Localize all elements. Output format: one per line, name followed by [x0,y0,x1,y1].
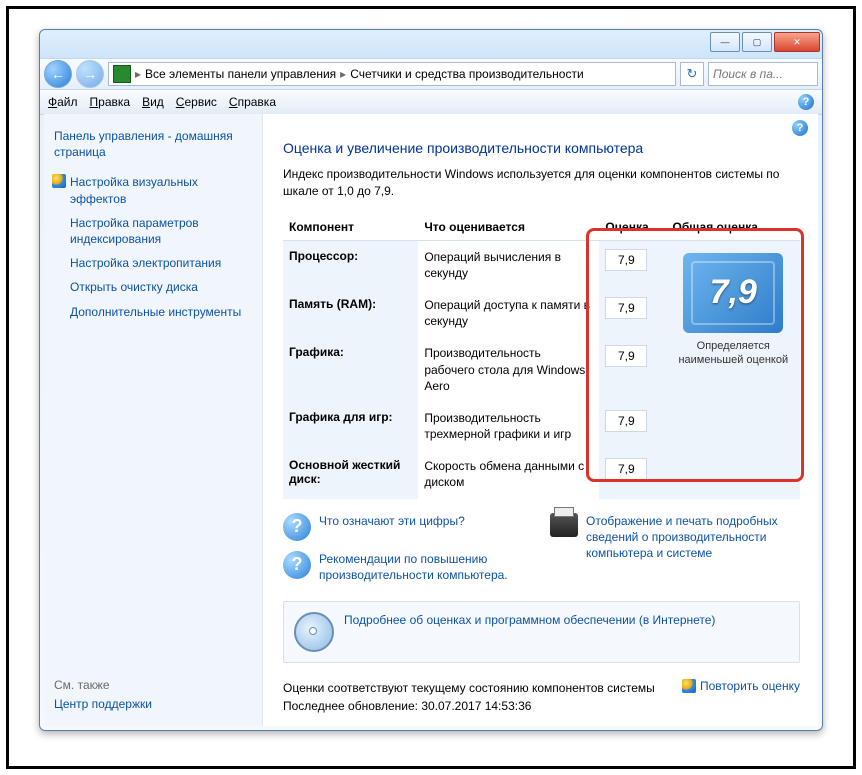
scores-table: Компонент Что оценивается Оценка Общая о… [283,214,800,499]
col-score: Оценка [599,214,666,241]
sidebar-home-link[interactable]: Панель управления - домашняя страница [54,128,252,160]
row-disk-name: Основной жесткий диск: [283,450,418,498]
menu-edit[interactable]: Правка [90,95,131,109]
address-bar[interactable]: ▸ Все элементы панели управления ▸ Счетч… [108,62,676,86]
menu-view[interactable]: Вид [142,95,164,109]
base-score-value: 7,9 [710,273,757,312]
search-input[interactable]: Поиск в па... [708,62,818,86]
row-gfx-score: 7,9 [605,345,647,367]
base-score-caption: Определяется наименьшей оценкой [673,339,794,368]
sidebar-action-center-link[interactable]: Центр поддержки [54,696,252,712]
link-perf-tips[interactable]: Рекомендации по повышению производительн… [319,551,520,583]
base-score-graphic: 7,9 [683,253,783,333]
main-content: ? Оценка и увеличение производительности… [263,114,818,726]
row-gaming-score: 7,9 [605,410,647,432]
intro-text: Индекс производительности Windows исполь… [283,166,800,200]
status-text: Оценки соответствуют текущему состоянию … [283,679,655,715]
help-icon[interactable]: ? [792,120,808,136]
rerun-assessment-link[interactable]: Повторить оценку [682,679,800,693]
base-score-block: 7,9 Определяется наименьшей оценкой [673,253,794,368]
menu-bar: Файл Правка Вид Сервис Справка ? [40,90,822,115]
back-button[interactable]: ← [44,60,72,88]
see-also-header: См. также [54,678,252,692]
row-ram-name: Память (RAM): [283,289,418,337]
breadcrumb-seg-1[interactable]: Все элементы панели управления [145,67,336,81]
titlebar: — ▢ ✕ [40,30,822,58]
breadcrumb-seg-2[interactable]: Счетчики и средства производительности [350,67,583,81]
control-panel-icon [113,65,131,83]
row-cpu-desc: Операций вычисления в секунду [418,240,599,289]
link-learn-more[interactable]: Подробнее об оценках и программном обесп… [344,612,715,628]
page-title: Оценка и увеличение производительности к… [283,140,800,156]
refresh-button[interactable]: ↻ [680,62,704,86]
sidebar-item-visual-effects[interactable]: Настройка визуальных эффектов [70,174,252,206]
col-what: Что оценивается [418,214,599,241]
help-icon[interactable]: ? [798,94,814,110]
sidebar-item-disk-cleanup[interactable]: Открыть очистку диска [70,279,252,295]
row-cpu-score: 7,9 [605,249,647,271]
row-gaming-name: Графика для игр: [283,402,418,450]
close-button[interactable]: ✕ [774,32,820,52]
sidebar-item-power[interactable]: Настройка электропитания [70,255,252,271]
forward-button[interactable]: → [76,60,104,88]
menu-tools[interactable]: Сервис [176,95,217,109]
software-icon [294,612,334,652]
sidebar-item-advanced-tools[interactable]: Дополнительные инструменты [70,304,252,320]
row-gfx-name: Графика: [283,337,418,402]
row-gfx-desc: Производительность рабочего стола для Wi… [418,337,599,402]
row-ram-desc: Операций доступа к памяти в секунду [418,289,599,337]
col-base: Общая оценка [667,214,800,241]
nav-bar: ← → ▸ Все элементы панели управления ▸ С… [40,58,822,90]
menu-file[interactable]: Файл [48,95,78,109]
link-what-numbers[interactable]: Что означают эти цифры? [319,513,465,529]
row-gaming-desc: Производительность трехмерной графики и … [418,402,599,450]
row-cpu-name: Процессор: [283,240,418,289]
sidebar-item-indexing[interactable]: Настройка параметров индексирования [70,215,252,247]
link-print-details[interactable]: Отображение и печать подробных сведений … [586,513,800,562]
menu-help[interactable]: Справка [229,95,276,109]
learn-more-box: Подробнее об оценках и программном обесп… [283,601,800,663]
row-disk-score: 7,9 [605,458,647,480]
window-frame: — ▢ ✕ ← → ▸ Все элементы панели управлен… [39,29,823,731]
minimize-button[interactable]: — [710,32,740,52]
question-icon: ? [283,551,311,579]
col-component: Компонент [283,214,418,241]
printer-icon [550,513,578,537]
sidebar: Панель управления - домашняя страница На… [44,114,263,726]
row-disk-desc: Скорость обмена данными с диском [418,450,599,498]
maximize-button[interactable]: ▢ [742,32,772,52]
row-ram-score: 7,9 [605,297,647,319]
question-icon: ? [283,513,311,541]
